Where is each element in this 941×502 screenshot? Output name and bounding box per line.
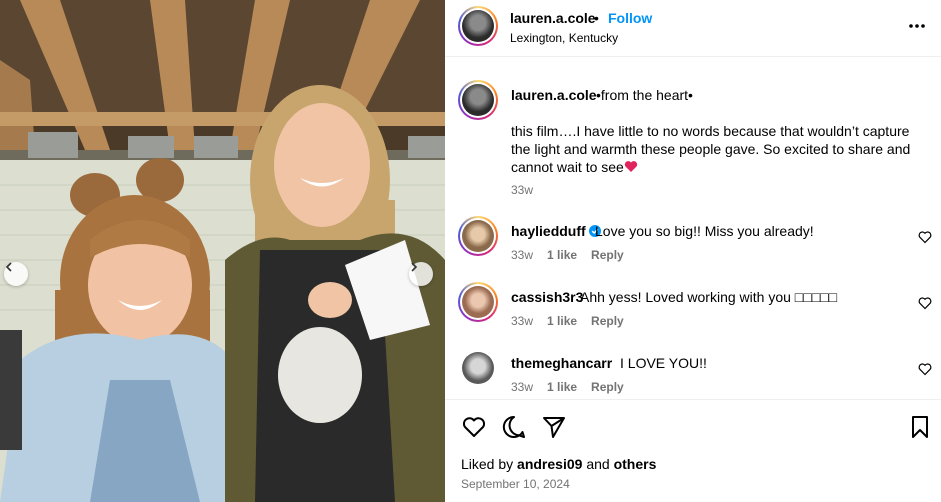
liked-by-and: and bbox=[586, 456, 610, 472]
chevron-left-icon bbox=[5, 262, 12, 272]
comment-text: Ahh yess! Loved working with you □□□□□ bbox=[580, 289, 838, 305]
author-avatar[interactable] bbox=[458, 6, 498, 46]
author-username[interactable]: lauren.a.cole bbox=[510, 10, 596, 26]
photo-illustration bbox=[0, 0, 445, 502]
commenter-username[interactable]: hayliedduff bbox=[511, 223, 601, 239]
commenter-username-text[interactable]: hayliedduff bbox=[511, 223, 586, 239]
comment-like-count[interactable]: 1 like bbox=[547, 380, 577, 394]
liked-by-prefix: Liked by bbox=[461, 456, 514, 472]
post-location[interactable]: Lexington, Kentucky bbox=[510, 31, 618, 45]
commenter-username[interactable]: themeghancarr bbox=[511, 355, 612, 371]
comment-time: 33w bbox=[511, 380, 534, 394]
previous-photo-button[interactable] bbox=[4, 262, 28, 286]
comment-text: Love you so big!! Miss you already! bbox=[595, 223, 814, 239]
heart-outline-icon[interactable] bbox=[918, 296, 932, 310]
comment-like-count[interactable]: 1 like bbox=[547, 248, 577, 262]
more-options-icon[interactable] bbox=[907, 16, 927, 36]
comment-time: 33w bbox=[511, 314, 534, 328]
comment-meta: 33w 1 like Reply bbox=[511, 248, 638, 262]
comment-reply-button[interactable]: Reply bbox=[591, 248, 624, 262]
caption-text: this film….I have little to no words bec… bbox=[511, 123, 911, 175]
chevron-right-icon bbox=[411, 262, 418, 272]
caption-avatar[interactable] bbox=[458, 80, 498, 120]
comment-meta: 33w 1 like Reply bbox=[511, 380, 638, 394]
liked-by-user[interactable]: andresi09 bbox=[517, 456, 582, 472]
caption-timestamp: 33w bbox=[511, 183, 534, 197]
next-photo-button[interactable] bbox=[409, 262, 433, 286]
paper-plane-icon[interactable] bbox=[541, 414, 567, 440]
post-photo[interactable] bbox=[0, 0, 445, 502]
comment-text: I LOVE YOU!! bbox=[620, 355, 707, 371]
heart-outline-icon[interactable] bbox=[918, 362, 932, 376]
commenter-username[interactable]: cassish3r3 bbox=[511, 289, 583, 305]
commenter-avatar[interactable] bbox=[458, 216, 498, 256]
comment-reply-button[interactable]: Reply bbox=[591, 314, 624, 328]
comment-reply-button[interactable]: Reply bbox=[591, 380, 624, 394]
follow-button[interactable]: Follow bbox=[608, 10, 652, 26]
separator-dot: • bbox=[594, 10, 599, 26]
comment-like-count[interactable]: 1 like bbox=[547, 314, 577, 328]
post-details-panel: lauren.a.cole • Follow Lexington, Kentuc… bbox=[445, 0, 941, 502]
commenter-avatar[interactable] bbox=[458, 282, 498, 322]
caption-body: this film….I have little to no words bec… bbox=[511, 122, 921, 176]
bookmark-icon[interactable] bbox=[907, 414, 933, 440]
commenter-avatar[interactable] bbox=[462, 352, 494, 384]
post-actions-bar: Liked by andresi09 and others September … bbox=[445, 399, 941, 502]
caption-username[interactable]: lauren.a.cole bbox=[511, 87, 597, 103]
post-date[interactable]: September 10, 2024 bbox=[461, 477, 570, 491]
liked-by-others[interactable]: others bbox=[614, 456, 657, 472]
caption-tagline: •from the heart• bbox=[596, 87, 693, 103]
comment-bubble-icon[interactable] bbox=[501, 414, 527, 440]
comment-time: 33w bbox=[511, 248, 534, 262]
comment-meta: 33w 1 like Reply bbox=[511, 314, 638, 328]
red-heart-emoji-icon bbox=[624, 161, 638, 172]
liked-by-line: Liked by andresi09 and others bbox=[461, 456, 656, 472]
heart-outline-icon[interactable] bbox=[918, 230, 932, 244]
like-heart-icon[interactable] bbox=[461, 414, 487, 440]
post-header: lauren.a.cole • Follow Lexington, Kentuc… bbox=[445, 0, 941, 57]
